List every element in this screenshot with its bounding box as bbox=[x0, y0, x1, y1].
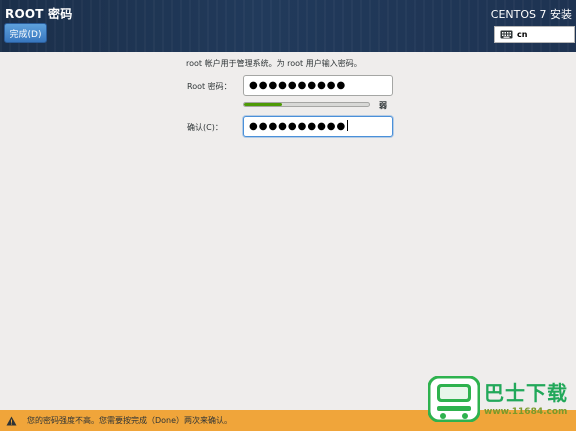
text-caret bbox=[347, 120, 349, 131]
confirm-password-field[interactable]: ●●●●●●●●●● bbox=[243, 116, 393, 137]
keyboard-layout-label: cn bbox=[517, 30, 528, 39]
warning-icon bbox=[6, 416, 17, 426]
password-value: ●●●●●●●●●● bbox=[249, 80, 347, 91]
warning-text: 您的密码强度不高。您需要按完成（Done）两次来确认。 bbox=[27, 416, 233, 425]
password-strength-bar bbox=[243, 102, 370, 107]
page-title: ROOT 密码 bbox=[5, 7, 73, 21]
intro-text: root 帐户用于管理系统。为 root 用户输入密码。 bbox=[186, 59, 362, 68]
bus-logo-icon bbox=[427, 375, 481, 426]
password-strength-text: 弱 bbox=[379, 101, 387, 110]
confirm-password-value: ●●●●●●●●●● bbox=[249, 121, 347, 132]
password-label: Root 密码： bbox=[187, 82, 232, 91]
confirm-label: 确认(C)： bbox=[187, 123, 223, 132]
header-bar: ROOT 密码 完成(D) CENTOS 7 安装 cn bbox=[0, 0, 576, 52]
site-watermark: 巴士下载 www.11684.com bbox=[422, 373, 574, 425]
keyboard-icon bbox=[500, 30, 513, 39]
keyboard-layout-indicator[interactable]: cn bbox=[494, 26, 575, 43]
password-field[interactable]: ●●●●●●●●●● bbox=[243, 75, 393, 96]
watermark-site-url: www.11684.com bbox=[484, 407, 568, 417]
product-title: CENTOS 7 安装 bbox=[490, 8, 572, 21]
password-strength-fill bbox=[244, 103, 282, 106]
watermark-site-name: 巴士下载 bbox=[484, 381, 568, 405]
done-button[interactable]: 完成(D) bbox=[4, 23, 47, 43]
